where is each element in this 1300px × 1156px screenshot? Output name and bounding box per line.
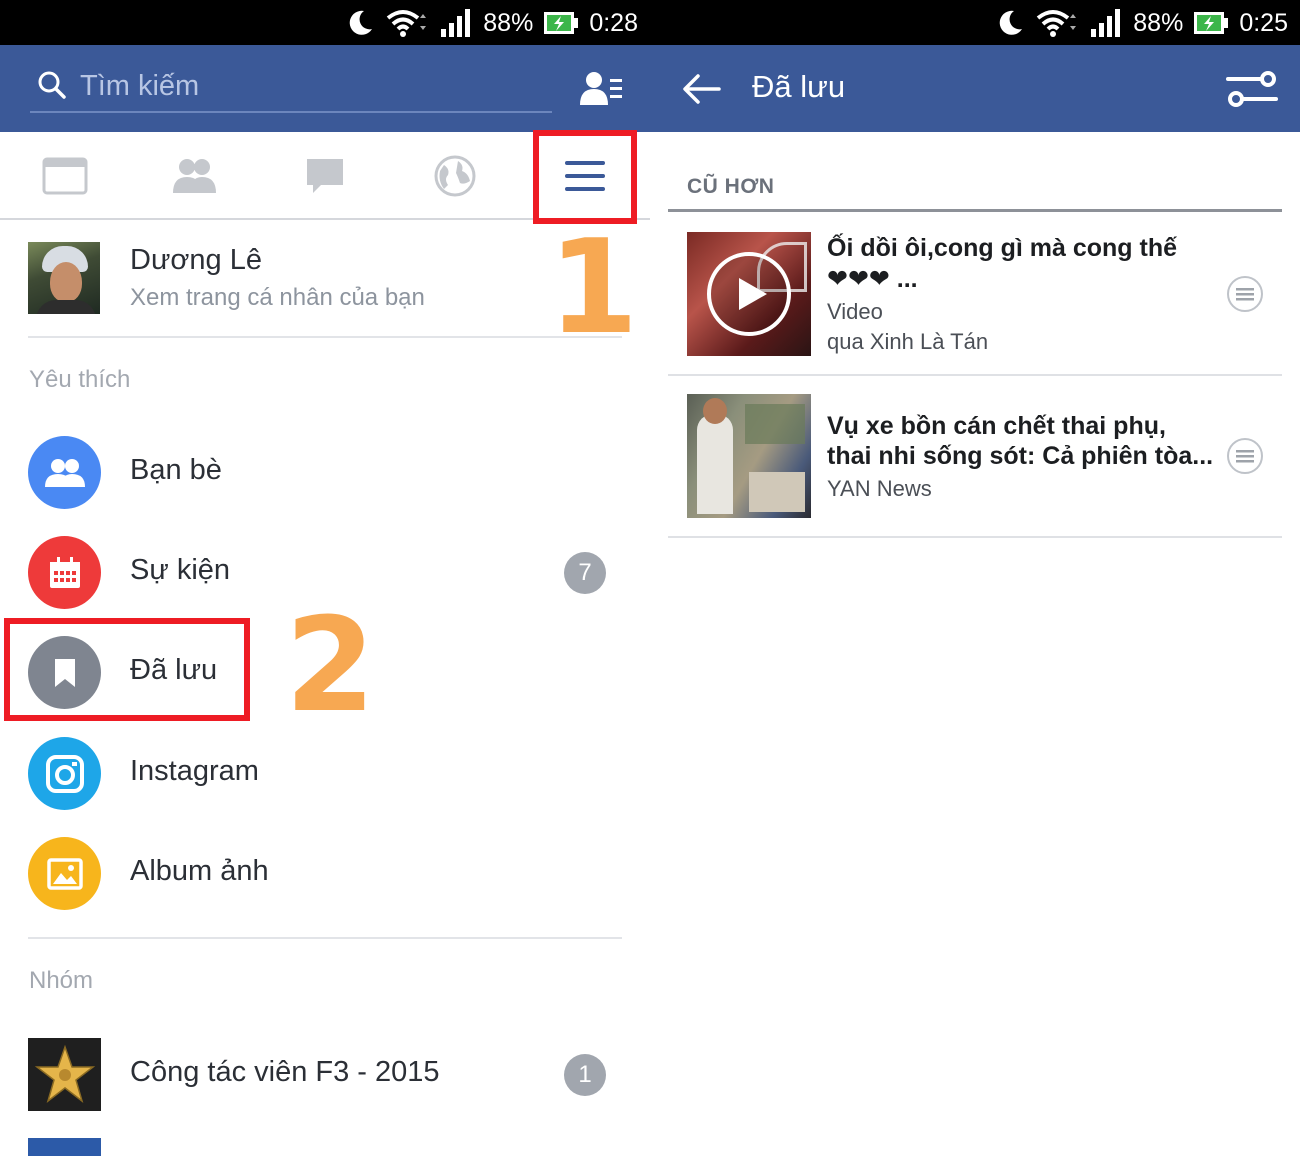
profile-row[interactable]: Dương Lê Xem trang cá nhân của bạn: [28, 240, 622, 338]
calendar-icon: [28, 536, 101, 609]
top-app-bar: Đã lưu: [650, 45, 1300, 132]
moon-icon: [1000, 10, 1023, 35]
menu-label-instagram: Instagram: [130, 755, 259, 787]
saved-item-title-line2: ❤❤❤ ...: [827, 265, 918, 293]
menu-label-photo-albums: Album ảnh: [130, 855, 269, 887]
saved-item-source: YAN News: [827, 476, 932, 501]
group-label: Công tác viên F3 - 2015: [130, 1056, 440, 1088]
menu-item-instagram[interactable]: Instagram: [28, 737, 622, 813]
more-options-icon[interactable]: [1227, 276, 1263, 312]
step-number-1: 1: [548, 211, 639, 363]
contacts-list-icon[interactable]: [580, 69, 624, 109]
star-icon: [34, 1044, 95, 1103]
menu-item-photo-albums[interactable]: Album ảnh: [28, 837, 622, 913]
step-number-2: 2: [285, 589, 376, 741]
section-header-groups: Nhóm: [29, 967, 94, 994]
section-header-favorites: Yêu thích: [29, 366, 131, 393]
instagram-icon: [28, 737, 101, 810]
battery-percent: 88%: [483, 8, 534, 37]
play-icon: [707, 252, 791, 336]
section-header-older: CŨ HƠN: [687, 175, 775, 198]
avatar: [28, 242, 100, 314]
group-item[interactable]: Công tác viên F3 - 2015 1: [28, 1038, 622, 1114]
group-star-thumbnail: [28, 1038, 101, 1111]
clock: 0:25: [1239, 8, 1288, 37]
saved-item-title-line1: Vụ xe bồn cán chết thai phụ,: [827, 412, 1166, 440]
tab-notifications[interactable]: [425, 150, 485, 202]
profile-subtitle: Xem trang cá nhân của bạn: [130, 284, 425, 311]
more-options-icon[interactable]: [1227, 438, 1263, 474]
battery-charging-icon: [1194, 12, 1229, 34]
page-title: Đã lưu: [752, 69, 846, 104]
menu-item-friends[interactable]: Bạn bè: [28, 436, 622, 512]
section-underline: [668, 209, 1282, 212]
back-arrow-icon[interactable]: [682, 73, 722, 105]
moon-icon: [350, 10, 373, 35]
right-screen: 88% 0:25 Đã lưu CŨ HƠN Ối dồi ôi,cong gì…: [650, 0, 1300, 1156]
search-input[interactable]: [80, 65, 540, 107]
wifi-icon: [387, 10, 427, 37]
wifi-icon: [1037, 10, 1077, 37]
friends-tab-icon: [173, 159, 216, 193]
news-feed-icon: [42, 157, 88, 195]
battery-percent: 88%: [1133, 8, 1184, 37]
events-count-badge: 7: [564, 552, 606, 594]
filter-sliders-icon[interactable]: [1226, 69, 1278, 109]
saved-item-source: qua Xinh Là Tán: [827, 329, 989, 354]
menu-label-events: Sự kiện: [130, 554, 231, 586]
globe-icon: [434, 155, 476, 197]
profile-name: Dương Lê: [130, 244, 262, 276]
highlight-box-saved: [4, 618, 250, 721]
photo-icon: [28, 837, 101, 910]
signal-icon: [441, 9, 471, 37]
saved-item-type: Video: [827, 299, 883, 324]
tab-news-feed[interactable]: [35, 150, 95, 202]
status-bar: 88% 0:28: [0, 0, 650, 45]
signal-icon: [1091, 9, 1121, 37]
friends-icon: [28, 436, 101, 509]
tab-messages[interactable]: [295, 150, 355, 202]
battery-charging-icon: [544, 12, 579, 34]
section-divider: [28, 937, 622, 939]
video-thumbnail: [687, 232, 811, 356]
top-app-bar: [0, 45, 650, 132]
group-thumbnail-partial: [28, 1138, 101, 1156]
clock: 0:28: [589, 8, 638, 37]
saved-item-title-line1: Ối dồi ôi,cong gì mà cong thế: [827, 234, 1177, 262]
saved-item[interactable]: Ối dồi ôi,cong gì mà cong thế ❤❤❤ ... Vi…: [668, 214, 1282, 376]
menu-label-friends: Bạn bè: [130, 454, 222, 486]
saved-item-title-line2: thai nhi sống sót: Cả phiên tòa...: [827, 442, 1214, 470]
search-icon: [38, 71, 66, 99]
tab-friend-requests[interactable]: [165, 150, 225, 202]
highlight-box-menu: [533, 130, 637, 224]
group-count-badge: 1: [564, 1054, 606, 1096]
left-screen: 88% 0:28 Dương Lê X: [0, 0, 650, 1156]
saved-item[interactable]: Vụ xe bồn cán chết thai phụ, thai nhi số…: [668, 376, 1282, 538]
message-icon: [307, 159, 343, 193]
search-bar[interactable]: [30, 63, 552, 113]
news-thumbnail: [687, 394, 811, 518]
status-bar: 88% 0:25: [650, 0, 1300, 45]
